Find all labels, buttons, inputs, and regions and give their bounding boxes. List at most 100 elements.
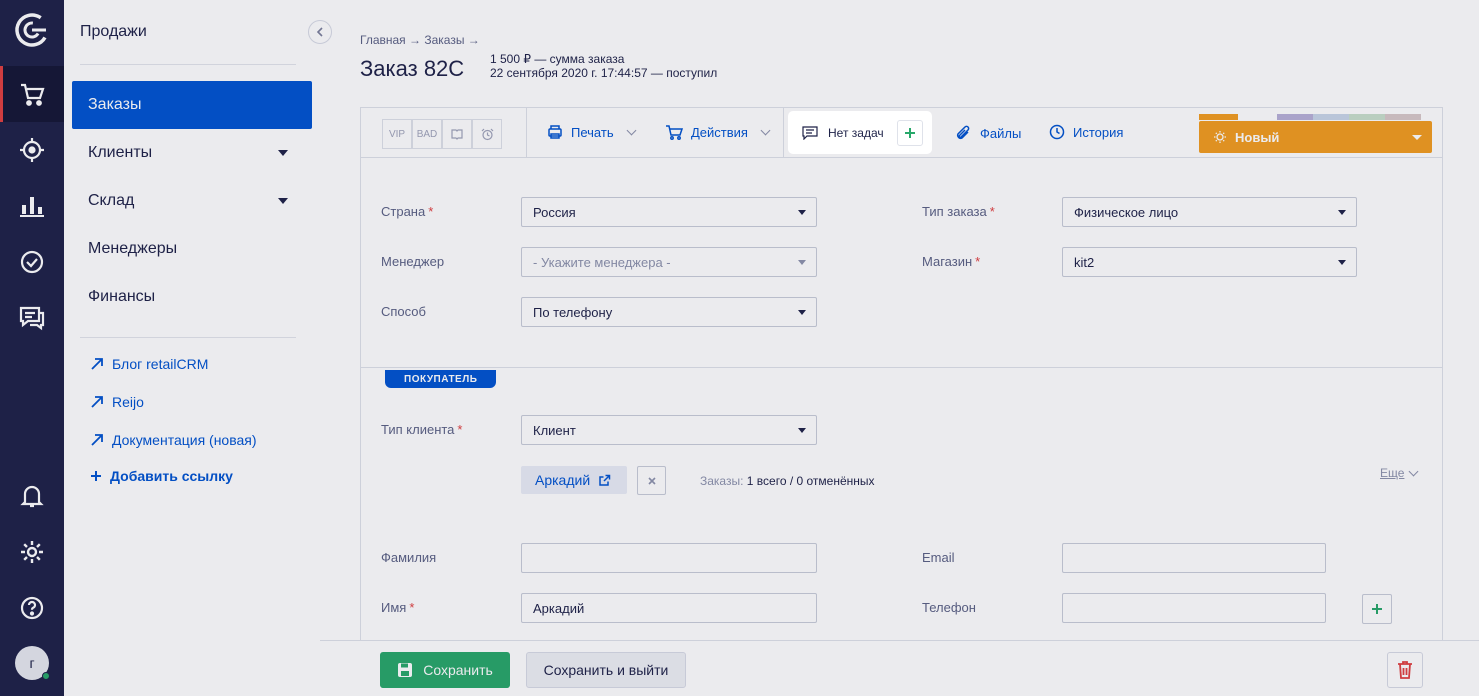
status-strip xyxy=(1349,114,1385,120)
cart-icon[interactable] xyxy=(0,66,64,122)
files-button[interactable]: Файлы xyxy=(954,124,1021,142)
link-blog[interactable]: Блог retailCRM xyxy=(90,356,208,372)
sidebar-item-clients[interactable]: Клиенты xyxy=(72,129,312,177)
external-link-icon xyxy=(599,474,611,486)
firstname-field[interactable]: Аркадий xyxy=(521,593,817,623)
plus-icon xyxy=(1372,604,1382,614)
client-link[interactable]: Аркадий xyxy=(521,466,627,494)
print-label: Печать xyxy=(571,124,614,140)
link-reijo[interactable]: Reijo xyxy=(90,394,144,410)
chevron-down-icon xyxy=(760,125,771,135)
print-button[interactable]: Печать xyxy=(547,124,637,140)
order-meta: 1 500 ₽ — сумма заказа 22 сентября 2020 … xyxy=(490,52,718,80)
status-strip xyxy=(1313,114,1349,120)
sidebar-item-warehouse[interactable]: Склад xyxy=(72,177,312,225)
more-label: Еще xyxy=(1380,466,1405,480)
save-button[interactable]: Сохранить xyxy=(380,652,510,688)
floppy-icon xyxy=(398,663,413,677)
phone-field[interactable] xyxy=(1062,593,1326,623)
paperclip-icon xyxy=(956,125,970,140)
arrow-up-right-icon xyxy=(91,358,103,370)
toolbar-divider xyxy=(526,108,527,158)
logo-icon[interactable] xyxy=(14,12,50,48)
shop-value: kit2 xyxy=(1074,254,1095,270)
sidebar-divider xyxy=(80,337,296,338)
collapse-sidebar-button[interactable] xyxy=(308,20,332,44)
sidebar-divider xyxy=(80,64,296,65)
sidebar-item-label: Склад xyxy=(88,192,135,209)
more-button[interactable]: Еще xyxy=(1380,466,1419,480)
order-type-value: Физическое лицо xyxy=(1074,204,1179,220)
breadcrumb[interactable]: Главная → Заказы → xyxy=(360,33,480,47)
method-label: Способ xyxy=(381,304,426,319)
status-label: Новый xyxy=(1235,129,1280,145)
sidebar-title: Продажи xyxy=(80,23,147,40)
save-label: Сохранить xyxy=(423,662,493,678)
caret-down-icon xyxy=(278,198,288,204)
lastname-label: Фамилия xyxy=(381,550,437,565)
actions-button[interactable]: Действия xyxy=(665,124,771,140)
bell-icon[interactable] xyxy=(0,468,64,524)
lastname-field[interactable] xyxy=(521,543,817,573)
alarm-icon[interactable] xyxy=(472,119,502,149)
add-link-button[interactable]: Добавить ссылку xyxy=(90,468,233,484)
tag-vip[interactable]: VIP xyxy=(382,119,412,149)
add-phone-button[interactable] xyxy=(1362,594,1392,624)
toolbar-divider xyxy=(783,108,784,158)
online-status-dot xyxy=(42,672,50,680)
status-select[interactable]: Новый xyxy=(1199,121,1432,153)
remove-client-button[interactable] xyxy=(637,466,666,495)
order-type-select[interactable]: Физическое лицо xyxy=(1062,197,1357,227)
shop-label: Магазин * xyxy=(922,254,981,269)
plus-icon xyxy=(905,128,915,138)
sidebar-item-orders[interactable]: Заказы xyxy=(72,81,312,129)
arrow-up-right-icon xyxy=(91,434,103,446)
trash-icon xyxy=(1398,661,1412,679)
chat-icon[interactable] xyxy=(0,290,64,346)
save-and-exit-button[interactable]: Сохранить и выйти xyxy=(526,652,686,688)
link-docs[interactable]: Документация (новая) xyxy=(90,432,257,448)
caret-down-icon xyxy=(1412,135,1422,140)
target-icon[interactable] xyxy=(0,122,64,178)
avatar-letter: г xyxy=(29,655,35,671)
add-task-button[interactable] xyxy=(897,120,923,146)
gear-icon[interactable] xyxy=(0,524,64,580)
chevron-down-icon xyxy=(626,125,637,135)
sidebar: Продажи Заказы Клиенты Склад Менеджеры Ф… xyxy=(64,0,332,696)
tag-book-icon[interactable] xyxy=(442,119,472,149)
task-list-icon xyxy=(802,125,818,140)
check-icon[interactable] xyxy=(0,234,64,290)
save-exit-label: Сохранить и выйти xyxy=(543,662,669,678)
manager-select[interactable]: - Укажите менеджера - xyxy=(521,247,817,277)
email-label: Email xyxy=(922,550,955,565)
client-type-select[interactable]: Клиент xyxy=(521,415,817,445)
tag-bad[interactable]: BAD xyxy=(412,119,442,149)
add-link-label: Добавить ссылку xyxy=(110,468,233,484)
sidebar-item-managers[interactable]: Менеджеры xyxy=(72,225,312,273)
country-label: Страна * xyxy=(381,204,434,219)
method-select[interactable]: По телефону xyxy=(521,297,817,327)
chart-icon[interactable] xyxy=(0,178,64,234)
tasks-label: Нет задач xyxy=(828,125,884,140)
shop-select[interactable]: kit2 xyxy=(1062,247,1357,277)
tasks-box[interactable]: Нет задач xyxy=(790,113,930,152)
status-strip xyxy=(1277,114,1313,120)
help-icon[interactable] xyxy=(0,580,64,636)
main-content: Главная → Заказы → Заказ 82C 1 500 ₽ — с… xyxy=(320,0,1479,696)
link-label: Блог retailCRM xyxy=(112,356,209,372)
history-button[interactable]: История xyxy=(1049,124,1123,140)
order-date-label: поступил xyxy=(666,66,718,80)
order-type-label: Тип заказа * xyxy=(922,204,995,219)
sidebar-item-finance[interactable]: Финансы xyxy=(72,273,312,321)
delete-button[interactable] xyxy=(1387,652,1423,688)
status-strip xyxy=(1199,114,1238,120)
email-field[interactable] xyxy=(1062,543,1326,573)
firstname-label: Имя * xyxy=(381,600,415,615)
country-select[interactable]: Россия xyxy=(521,197,817,227)
tasks-widget[interactable]: Нет задач xyxy=(790,113,931,153)
arrow-up-right-icon xyxy=(91,396,103,408)
chevron-left-icon xyxy=(316,27,323,37)
order-sum-label: сумма заказа xyxy=(549,52,625,66)
clock-icon xyxy=(1049,124,1065,140)
link-label: Reijo xyxy=(112,394,144,410)
